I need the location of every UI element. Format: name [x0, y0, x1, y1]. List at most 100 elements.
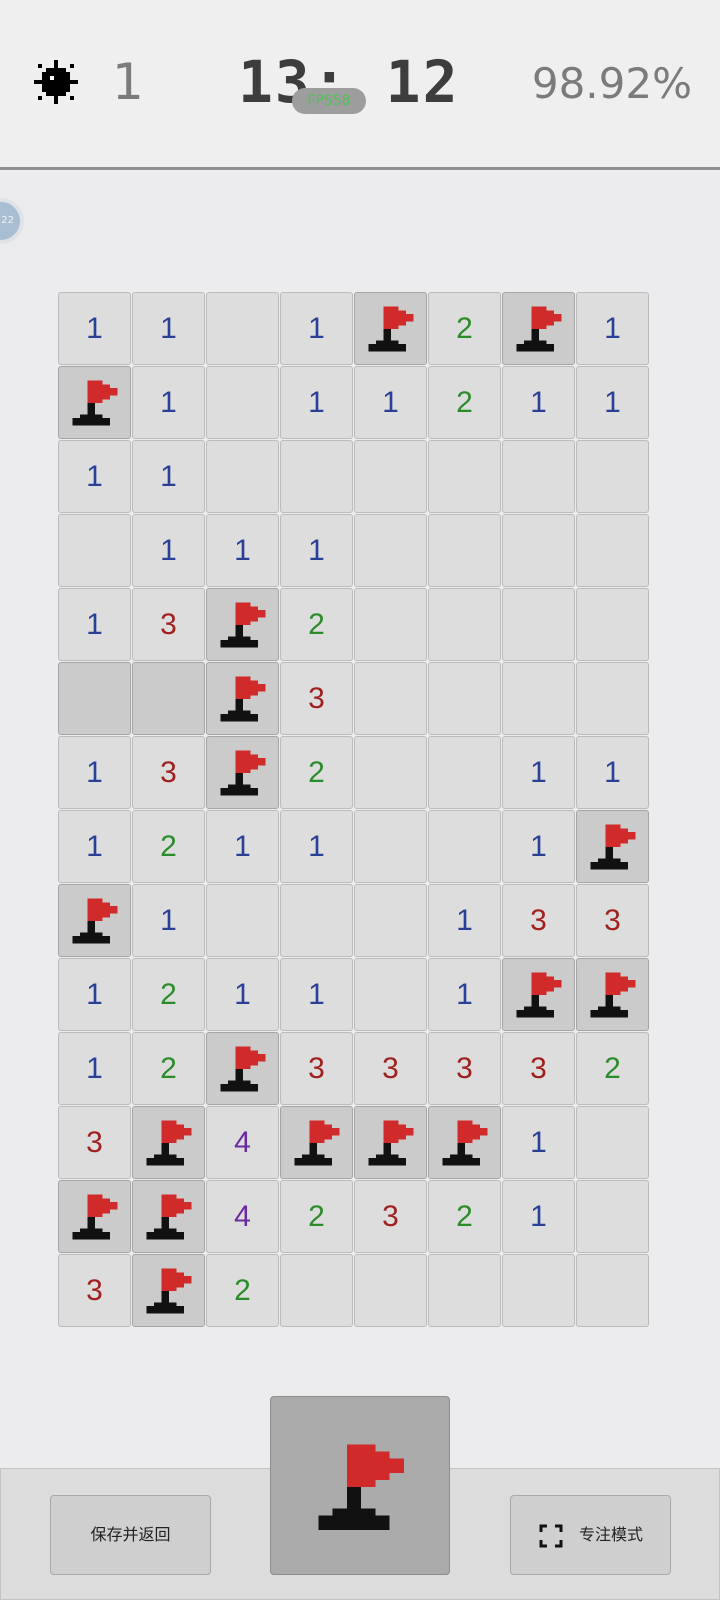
- number-cell[interactable]: 1: [280, 292, 353, 365]
- flagged-cell[interactable]: [58, 1180, 131, 1253]
- number-cell[interactable]: 3: [502, 884, 575, 957]
- flagged-cell[interactable]: [132, 1106, 205, 1179]
- number-cell[interactable]: 2: [280, 588, 353, 661]
- unrevealed-cell[interactable]: [132, 662, 205, 735]
- flagged-cell[interactable]: [576, 958, 649, 1031]
- number-cell[interactable]: 3: [132, 736, 205, 809]
- revealed-empty-cell[interactable]: [354, 736, 427, 809]
- revealed-empty-cell[interactable]: [354, 440, 427, 513]
- number-cell[interactable]: 1: [502, 366, 575, 439]
- flagged-cell[interactable]: [132, 1254, 205, 1327]
- flagged-cell[interactable]: [428, 1106, 501, 1179]
- revealed-empty-cell[interactable]: [58, 514, 131, 587]
- number-cell[interactable]: 1: [206, 958, 279, 1031]
- number-cell[interactable]: 4: [206, 1180, 279, 1253]
- revealed-empty-cell[interactable]: [576, 514, 649, 587]
- number-cell[interactable]: 1: [428, 884, 501, 957]
- flagged-cell[interactable]: [132, 1180, 205, 1253]
- number-cell[interactable]: 1: [58, 292, 131, 365]
- number-cell[interactable]: 3: [354, 1180, 427, 1253]
- revealed-empty-cell[interactable]: [354, 810, 427, 883]
- number-cell[interactable]: 2: [132, 958, 205, 1031]
- flagged-cell[interactable]: [576, 810, 649, 883]
- number-cell[interactable]: 1: [58, 810, 131, 883]
- number-cell[interactable]: 3: [280, 662, 353, 735]
- number-cell[interactable]: 3: [58, 1254, 131, 1327]
- number-cell[interactable]: 3: [576, 884, 649, 957]
- revealed-empty-cell[interactable]: [354, 514, 427, 587]
- revealed-empty-cell[interactable]: [428, 588, 501, 661]
- number-cell[interactable]: 1: [58, 958, 131, 1031]
- number-cell[interactable]: 2: [132, 810, 205, 883]
- number-cell[interactable]: 1: [502, 1106, 575, 1179]
- revealed-empty-cell[interactable]: [206, 292, 279, 365]
- flagged-cell[interactable]: [206, 736, 279, 809]
- focus-mode-button[interactable]: 专注模式: [510, 1495, 671, 1575]
- number-cell[interactable]: 1: [576, 736, 649, 809]
- flagged-cell[interactable]: [354, 1106, 427, 1179]
- revealed-empty-cell[interactable]: [576, 588, 649, 661]
- revealed-empty-cell[interactable]: [206, 366, 279, 439]
- number-cell[interactable]: 4: [206, 1106, 279, 1179]
- number-cell[interactable]: 3: [502, 1032, 575, 1105]
- number-cell[interactable]: 1: [280, 810, 353, 883]
- number-cell[interactable]: 1: [576, 366, 649, 439]
- revealed-empty-cell[interactable]: [428, 736, 501, 809]
- revealed-empty-cell[interactable]: [576, 1106, 649, 1179]
- flagged-cell[interactable]: [502, 292, 575, 365]
- revealed-empty-cell[interactable]: [576, 1180, 649, 1253]
- number-cell[interactable]: 1: [132, 514, 205, 587]
- revealed-empty-cell[interactable]: [502, 440, 575, 513]
- number-cell[interactable]: 2: [428, 292, 501, 365]
- save-and-return-button[interactable]: 保存并返回: [50, 1495, 211, 1575]
- revealed-empty-cell[interactable]: [206, 884, 279, 957]
- number-cell[interactable]: 2: [576, 1032, 649, 1105]
- number-cell[interactable]: 1: [502, 736, 575, 809]
- revealed-empty-cell[interactable]: [428, 514, 501, 587]
- revealed-empty-cell[interactable]: [354, 662, 427, 735]
- revealed-empty-cell[interactable]: [428, 1254, 501, 1327]
- revealed-empty-cell[interactable]: [354, 588, 427, 661]
- number-cell[interactable]: 1: [280, 514, 353, 587]
- revealed-empty-cell[interactable]: [206, 440, 279, 513]
- flagged-cell[interactable]: [206, 1032, 279, 1105]
- number-cell[interactable]: 1: [206, 514, 279, 587]
- revealed-empty-cell[interactable]: [280, 1254, 353, 1327]
- number-cell[interactable]: 3: [428, 1032, 501, 1105]
- flagged-cell[interactable]: [280, 1106, 353, 1179]
- number-cell[interactable]: 1: [58, 736, 131, 809]
- number-cell[interactable]: 1: [206, 810, 279, 883]
- flagged-cell[interactable]: [58, 366, 131, 439]
- revealed-empty-cell[interactable]: [576, 662, 649, 735]
- number-cell[interactable]: 1: [132, 440, 205, 513]
- number-cell[interactable]: 3: [132, 588, 205, 661]
- number-cell[interactable]: 1: [428, 958, 501, 1031]
- flag-mode-toggle[interactable]: [270, 1396, 450, 1575]
- flagged-cell[interactable]: [354, 292, 427, 365]
- number-cell[interactable]: 1: [354, 366, 427, 439]
- number-cell[interactable]: 2: [280, 736, 353, 809]
- number-cell[interactable]: 1: [58, 588, 131, 661]
- flagged-cell[interactable]: [502, 958, 575, 1031]
- number-cell[interactable]: 3: [354, 1032, 427, 1105]
- number-cell[interactable]: 1: [502, 810, 575, 883]
- number-cell[interactable]: 1: [576, 292, 649, 365]
- number-cell[interactable]: 1: [58, 1032, 131, 1105]
- number-cell[interactable]: 1: [132, 884, 205, 957]
- revealed-empty-cell[interactable]: [576, 440, 649, 513]
- number-cell[interactable]: 2: [428, 366, 501, 439]
- number-cell[interactable]: 2: [280, 1180, 353, 1253]
- revealed-empty-cell[interactable]: [354, 1254, 427, 1327]
- number-cell[interactable]: 1: [280, 366, 353, 439]
- number-cell[interactable]: 2: [206, 1254, 279, 1327]
- floating-bubble[interactable]: 22: [0, 198, 24, 244]
- revealed-empty-cell[interactable]: [502, 1254, 575, 1327]
- flagged-cell[interactable]: [58, 884, 131, 957]
- number-cell[interactable]: 1: [58, 440, 131, 513]
- revealed-empty-cell[interactable]: [428, 810, 501, 883]
- number-cell[interactable]: 3: [58, 1106, 131, 1179]
- flagged-cell[interactable]: [206, 662, 279, 735]
- revealed-empty-cell[interactable]: [502, 514, 575, 587]
- revealed-empty-cell[interactable]: [576, 1254, 649, 1327]
- number-cell[interactable]: 2: [428, 1180, 501, 1253]
